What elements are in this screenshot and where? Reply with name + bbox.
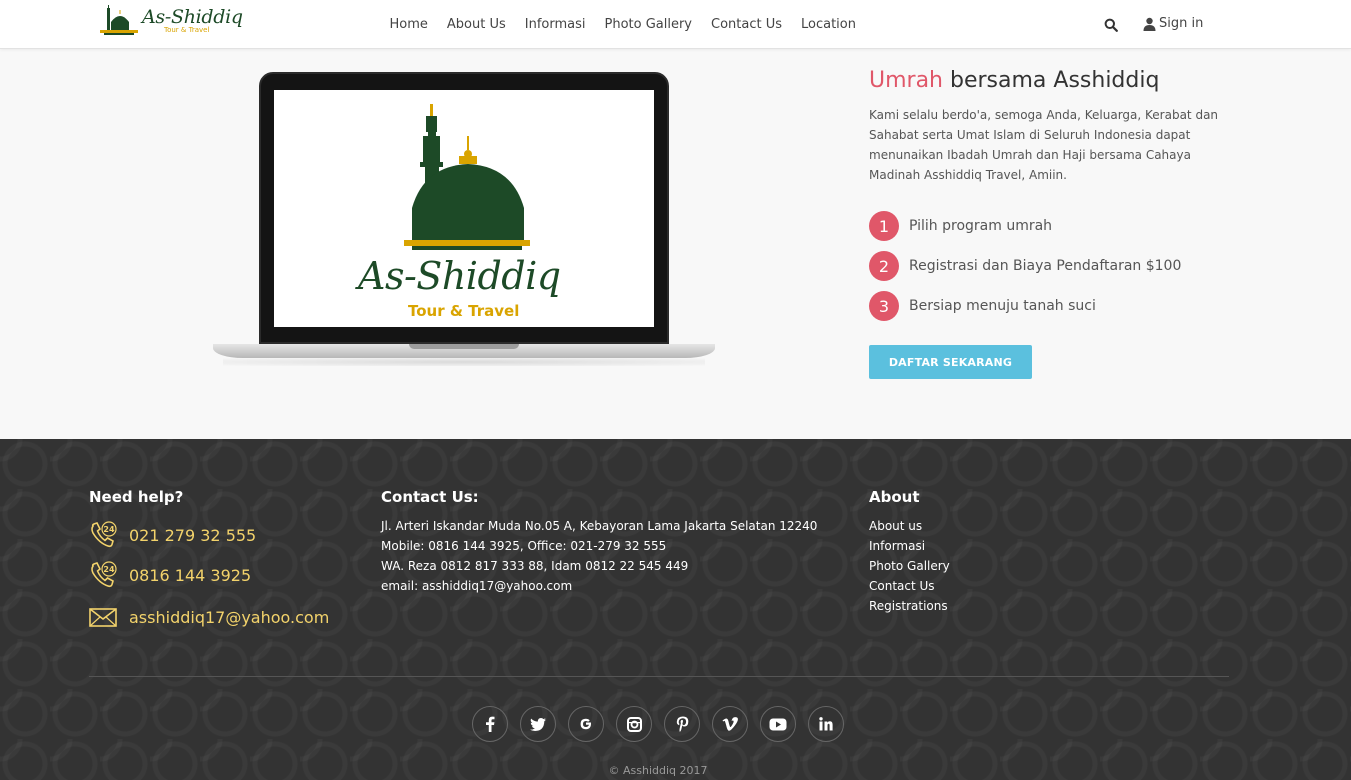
main-nav: Home About Us Informasi Photo Gallery Co… <box>380 0 865 49</box>
footer-link-contact-us[interactable]: Contact Us <box>869 576 950 596</box>
hero-description: Kami selalu berdo'a, semoga Anda, Keluar… <box>869 108 1219 182</box>
hero-title: Umrah bersama Asshiddiq <box>869 68 1159 93</box>
google-plus-icon[interactable] <box>568 706 604 742</box>
about-title: About <box>869 488 920 506</box>
help-title: Need help? <box>89 488 184 506</box>
screen-logo-text: As-Shiddiq <box>358 254 561 298</box>
phone-item[interactable]: 24 0816 144 3925 <box>89 561 251 590</box>
step-label: Registrasi dan Biaya Pendaftaran $100 <box>909 258 1182 274</box>
pinterest-icon[interactable] <box>664 706 700 742</box>
social-links <box>472 706 856 742</box>
svg-text:24: 24 <box>103 565 115 574</box>
about-links: About us Informasi Photo Gallery Contact… <box>869 516 950 616</box>
youtube-icon[interactable] <box>760 706 796 742</box>
envelope-icon <box>89 608 117 627</box>
register-now-button[interactable]: DAFTAR SEKARANG <box>869 345 1032 379</box>
footer-link-registrations[interactable]: Registrations <box>869 596 950 616</box>
screen-logo: As-Shiddiq Tour & Travel <box>274 90 654 327</box>
step-number: 2 <box>869 251 899 281</box>
screen-logo-subtext: Tour & Travel <box>408 302 520 320</box>
hero-title-rest: bersama Asshiddiq <box>943 68 1160 93</box>
logo-text: As-Shiddiq <box>142 6 243 28</box>
nav-location[interactable]: Location <box>801 17 856 32</box>
contact-mobile: Mobile: 0816 144 3925, Office: 021-279 3… <box>381 539 667 553</box>
sign-in-link[interactable]: Sign in <box>1143 16 1203 31</box>
copyright: © Asshiddiq 2017 <box>608 764 708 777</box>
logo-subtext: Tour & Travel <box>164 26 210 34</box>
step-item: 3 Bersiap menuju tanah suci <box>869 286 1181 326</box>
instagram-icon[interactable] <box>616 706 652 742</box>
user-icon <box>1143 17 1156 31</box>
site-header: As-Shiddiq Tour & Travel Home About Us I… <box>0 0 1351 49</box>
phone-24-icon: 24 <box>91 561 117 588</box>
step-label: Bersiap menuju tanah suci <box>909 298 1096 314</box>
step-number: 1 <box>869 211 899 241</box>
step-item: 2 Registrasi dan Biaya Pendaftaran $100 <box>869 246 1181 286</box>
footer-link-photo-gallery[interactable]: Photo Gallery <box>869 556 950 576</box>
phone-item[interactable]: 24 021 279 32 555 <box>89 521 256 550</box>
vimeo-icon[interactable] <box>712 706 748 742</box>
phone-24-icon: 24 <box>91 521 117 548</box>
contact-email: email: asshiddiq17@yahoo.com <box>381 579 573 593</box>
step-label: Pilih program umrah <box>909 218 1053 234</box>
contact-title: Contact Us: <box>381 488 479 506</box>
contact-address: Jl. Arteri Iskandar Muda No.05 A, Kebayo… <box>381 519 818 533</box>
svg-text:24: 24 <box>103 525 115 534</box>
linkedin-icon[interactable] <box>808 706 844 742</box>
laptop-notch <box>409 344 519 349</box>
steps-list: 1 Pilih program umrah 2 Registrasi dan B… <box>869 206 1181 326</box>
facebook-icon[interactable] <box>472 706 508 742</box>
nav-home[interactable]: Home <box>390 17 428 32</box>
brand-logo[interactable]: As-Shiddiq Tour & Travel <box>98 4 243 38</box>
nav-contact-us[interactable]: Contact Us <box>711 17 782 32</box>
phone-number-1: 021 279 32 555 <box>129 526 257 545</box>
footer-divider <box>89 676 1229 677</box>
footer-link-informasi[interactable]: Informasi <box>869 536 950 556</box>
contact-whatsapp: WA. Reza 0812 817 333 88, Idam 0812 22 5… <box>381 559 689 573</box>
mosque-icon <box>100 5 138 35</box>
nav-about-us[interactable]: About Us <box>447 17 506 32</box>
nav-photo-gallery[interactable]: Photo Gallery <box>604 17 692 32</box>
step-number: 3 <box>869 291 899 321</box>
laptop-shadow <box>223 358 705 366</box>
laptop-mockup: As-Shiddiq Tour & Travel <box>213 72 715 372</box>
twitter-icon[interactable] <box>520 706 556 742</box>
hero-title-accent: Umrah <box>869 68 944 93</box>
search-icon[interactable] <box>1104 17 1118 32</box>
phone-number-2: 0816 144 3925 <box>129 566 252 585</box>
laptop-screen: As-Shiddiq Tour & Travel <box>259 72 669 344</box>
nav-informasi[interactable]: Informasi <box>525 17 586 32</box>
sign-in-label: Sign in <box>1159 16 1204 31</box>
footer-link-about-us[interactable]: About us <box>869 516 950 536</box>
contact-details: Jl. Arteri Iskandar Muda No.05 A, Kebayo… <box>381 516 817 596</box>
email-address: asshiddiq17@yahoo.com <box>129 607 330 627</box>
step-item: 1 Pilih program umrah <box>869 206 1181 246</box>
email-item[interactable]: asshiddiq17@yahoo.com <box>89 606 329 628</box>
